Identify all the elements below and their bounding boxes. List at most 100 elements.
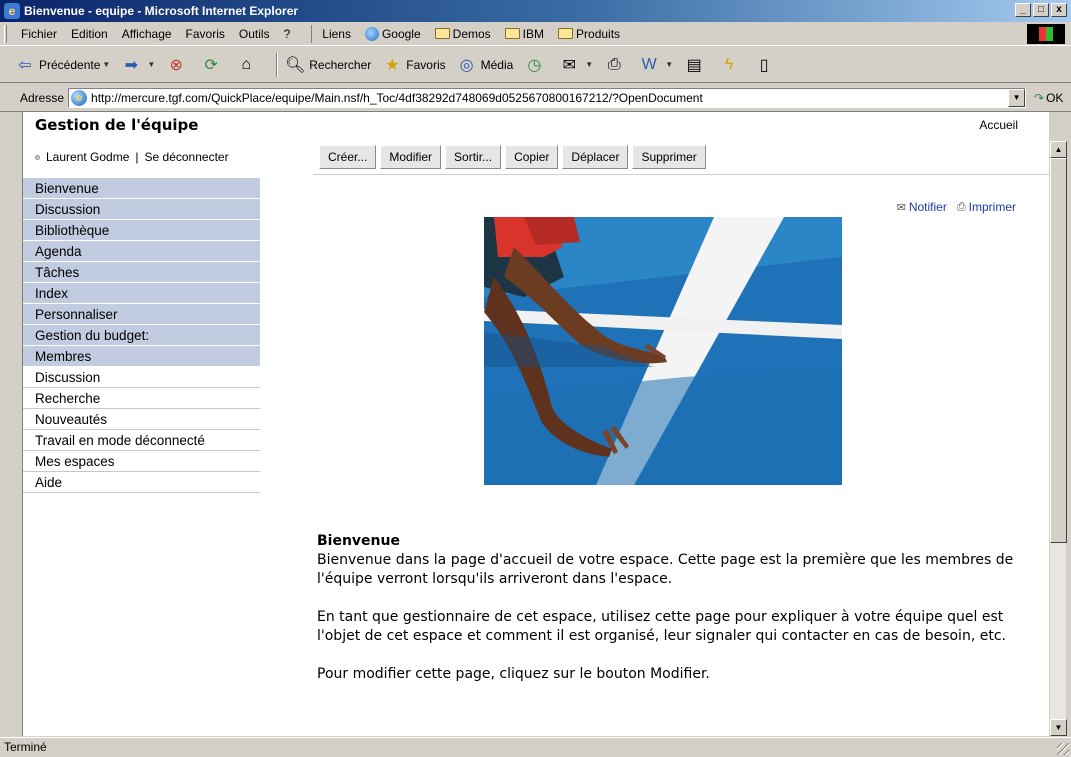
favorites-button[interactable]: ★ Favoris [381,54,446,76]
notepad-icon: ▤ [686,56,702,74]
window-controls: _ □ x [1015,3,1067,17]
folder-icon [434,28,450,39]
menu-affichage[interactable]: Affichage [115,27,179,41]
address-input[interactable]: e http://mercure.tgf.com/QuickPlace/equi… [68,87,1027,108]
history-button[interactable]: ◷ [523,54,548,76]
home-icon: ⌂ [241,55,252,73]
nav-item-membres[interactable]: Membres [23,346,260,367]
maximize-button[interactable]: □ [1033,3,1049,17]
history-icon: ◷ [527,56,542,74]
menu-favoris[interactable]: Favoris [179,27,232,41]
scroll-down-arrow-icon[interactable]: ▼ [1050,719,1067,736]
notify-label: Notifier [908,200,947,214]
nav-item-taches[interactable]: Tâches [23,262,260,283]
toolbar-grip[interactable] [4,25,7,43]
menu-fichier[interactable]: Fichier [14,27,64,41]
mail-button[interactable]: ✉ ▼ [558,54,594,76]
forward-button[interactable]: ➡ ▼ [120,54,156,76]
edit-button[interactable]: W ▼ [638,54,673,76]
ie-app-icon[interactable]: e [4,3,20,19]
link-produits-label: Produits [576,26,621,41]
chevron-down-icon[interactable]: ▼ [665,60,673,69]
action-buttons: Créer... Modifier Sortir... Copier Dépla… [319,145,706,169]
create-button[interactable]: Créer... [319,145,377,169]
search-button[interactable]: 🔍︎ Rechercher [284,54,371,76]
menu-edition[interactable]: Edition [64,27,115,41]
nav-item-discussion[interactable]: Discussion [23,199,260,220]
nav-item-budget[interactable]: Gestion du budget: [23,325,260,346]
links-label[interactable]: Liens [322,27,351,41]
content-paragraph-1: Bienvenue dans la page d'accueil de votr… [317,552,1014,587]
nav-item-bibliotheque[interactable]: Bibliothèque [23,220,260,241]
page-icon: e [71,89,88,106]
minimize-button[interactable]: _ [1015,3,1031,17]
scroll-up-arrow-icon[interactable]: ▲ [1050,141,1067,158]
user-row: Laurent Godme | Se déconnecter [35,150,229,164]
modify-button[interactable]: Modifier [380,145,442,169]
nav-item-mes-espaces[interactable]: Mes espaces [23,451,260,472]
link-produits[interactable]: Produits [558,27,620,41]
copy-button[interactable]: Copier [505,145,559,169]
link-ibm-label: IBM [522,26,545,41]
research-button[interactable]: ▯ [753,54,778,76]
vertical-scrollbar[interactable]: ▲ ▼ [1049,141,1067,736]
messenger-button[interactable]: ϟ [718,54,743,76]
link-demos[interactable]: Demos [434,26,491,41]
back-label: Précédente [39,57,101,72]
home-link[interactable]: Accueil [979,118,1018,132]
scroll-thumb[interactable] [1050,158,1067,543]
go-button[interactable]: ↷ OK [1034,91,1063,105]
chevron-down-icon[interactable]: ▼ [147,60,155,69]
print-label: Imprimer [968,200,1016,214]
divider [313,174,1049,175]
go-arrow-icon: ↷ [1034,90,1045,105]
home-button[interactable]: ⌂ [235,54,260,76]
envelope-icon: ✉ [896,201,906,214]
user-name[interactable]: Laurent Godme [46,150,129,164]
window-title-bar[interactable]: e Bienvenue - equipe - Microsoft Interne… [0,0,1071,22]
address-url[interactable]: http://mercure.tgf.com/QuickPlace/equipe… [91,91,703,105]
notify-link[interactable]: ✉ Notifier [897,200,947,214]
media-button[interactable]: ◎ Média [456,54,514,76]
link-demos-label: Demos [452,26,491,41]
menu-help[interactable]: ? [277,27,298,41]
refresh-button[interactable]: ⟳ [200,54,225,76]
document-icon: ▯ [759,56,769,74]
nav-item-discussion-2[interactable]: Discussion [23,367,260,388]
nav-item-deconnecte[interactable]: Travail en mode déconnecté [23,430,260,451]
close-button[interactable]: x [1051,3,1067,17]
move-button[interactable]: Déplacer [562,145,629,169]
content-paragraph-3: Pour modifier cette page, cliquez sur le… [317,666,710,682]
chevron-down-icon[interactable]: ▼ [1008,88,1026,107]
notify-print-links: ✉ Notifier ⎙ Imprimer [897,200,1016,214]
lightning-icon: ϟ [724,55,734,73]
chevron-down-icon[interactable]: ▼ [585,60,593,69]
back-button[interactable]: ⇦ Précédente ▼ [14,54,110,76]
nav-item-personnaliser[interactable]: Personnaliser [23,304,260,325]
sidebar-nav: Bienvenue Discussion Bibliothèque Agenda… [23,178,260,493]
menu-outils[interactable]: Outils [232,27,277,41]
delete-button[interactable]: Supprimer [632,145,706,169]
nav-item-agenda[interactable]: Agenda [23,241,260,262]
stop-button[interactable]: ⊗ [165,54,190,76]
print-button[interactable]: ⎙ [603,54,628,76]
nav-item-aide[interactable]: Aide [23,472,260,493]
word-icon: W [641,55,657,73]
print-link[interactable]: ⎙ Imprimer [957,200,1016,214]
link-google[interactable]: Google [364,26,421,41]
bullet-icon [35,154,40,160]
nav-item-index[interactable]: Index [23,283,260,304]
nav-item-nouveautes[interactable]: Nouveautés [23,409,260,430]
globe-icon [364,26,379,41]
address-bar: Adresse e http://mercure.tgf.com/QuickPl… [0,84,1071,112]
search-label: Rechercher [309,57,372,72]
content-heading: Bienvenue [317,533,400,549]
nav-item-recherche[interactable]: Recherche [23,388,260,409]
exit-button[interactable]: Sortir... [445,145,502,169]
resize-grip-icon[interactable] [1057,743,1069,755]
nav-item-bienvenue[interactable]: Bienvenue [23,178,260,199]
chevron-down-icon[interactable]: ▼ [102,60,110,69]
discuss-button[interactable]: ▤ [683,54,708,76]
link-ibm[interactable]: IBM [504,26,545,41]
logout-link[interactable]: Se déconnecter [145,150,229,164]
